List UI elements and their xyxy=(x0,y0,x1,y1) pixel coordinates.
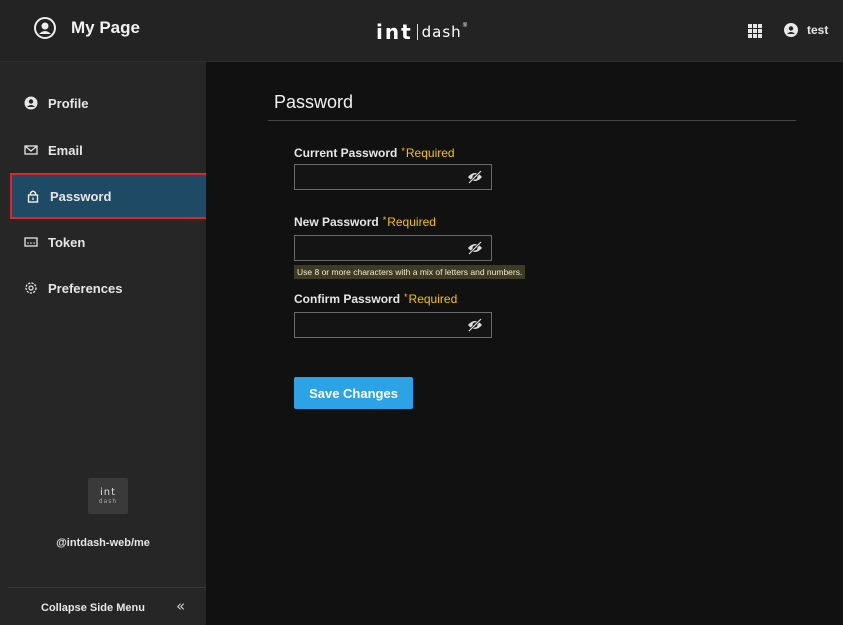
required-marker: *Required xyxy=(401,146,454,160)
user-menu[interactable]: test xyxy=(784,23,828,37)
confirm-password-input[interactable] xyxy=(295,313,465,337)
required-star: * xyxy=(401,146,405,156)
user-avatar-icon xyxy=(784,23,798,37)
sidebar-item-label: Email xyxy=(48,142,83,158)
required-text: Required xyxy=(408,292,458,306)
password-hint: Use 8 or more characters with a mix of l… xyxy=(294,265,526,279)
sidebar-divider xyxy=(8,587,206,588)
sidebar-item-label: Token xyxy=(48,234,86,250)
collapse-label: Collapse Side Menu xyxy=(41,601,145,614)
main-content: Password Current Password *Required New P… xyxy=(206,62,843,625)
gear-icon xyxy=(25,282,37,294)
org-logo-bottom: dash xyxy=(98,498,118,505)
org-logo-top: int xyxy=(99,487,117,498)
new-password-label: New Password *Required xyxy=(294,215,436,229)
eye-slash-icon[interactable] xyxy=(467,241,483,255)
new-password-field[interactable] xyxy=(294,235,492,261)
field-label-text: Confirm Password xyxy=(294,292,401,306)
header-left: My Page xyxy=(34,17,140,39)
grid-icon[interactable] xyxy=(748,24,762,38)
sidebar-item-profile[interactable]: Profile xyxy=(0,80,206,126)
sidebar-item-label: Profile xyxy=(48,95,89,111)
double-chevron-left-icon[interactable]: « xyxy=(176,597,185,615)
top-header: My Page int dash ® test xyxy=(0,0,843,62)
sidebar-item-email[interactable]: Email xyxy=(0,127,206,173)
user-circle-icon xyxy=(34,17,56,39)
confirm-password-label: Confirm Password *Required xyxy=(294,292,457,306)
user-name: test xyxy=(807,23,829,37)
field-label-text: New Password xyxy=(294,215,379,229)
current-password-label: Current Password *Required xyxy=(294,146,455,160)
page-title: Password xyxy=(274,92,354,112)
sidebar-item-preferences[interactable]: Preferences xyxy=(0,265,206,311)
eye-slash-icon[interactable] xyxy=(467,170,483,184)
required-text: Required xyxy=(387,215,436,229)
field-label-text: Current Password xyxy=(294,146,398,160)
brand-dash-text: dash xyxy=(421,23,462,41)
sidebar-item-label: Password xyxy=(50,188,112,204)
required-marker: *Required xyxy=(404,292,457,306)
save-changes-button[interactable]: Save Changes xyxy=(294,377,413,409)
brand-int-text: int xyxy=(376,20,413,44)
org-logo: int dash xyxy=(88,478,128,514)
user-circle-icon xyxy=(24,96,38,110)
app-title: My Page xyxy=(71,18,140,37)
required-star: * xyxy=(404,292,408,302)
required-text: Required xyxy=(405,146,455,160)
new-password-input[interactable] xyxy=(295,236,465,260)
title-divider xyxy=(268,120,796,121)
lock-icon xyxy=(27,190,39,203)
collapse-side-menu-button[interactable]: Collapse Side Menu « xyxy=(0,590,206,625)
current-password-input[interactable] xyxy=(295,165,465,189)
eye-slash-icon[interactable] xyxy=(467,318,483,332)
current-password-field[interactable] xyxy=(294,164,492,190)
sidebar: Profile Email Password Token Preferences xyxy=(0,62,209,625)
required-star: * xyxy=(382,215,387,225)
envelope-icon xyxy=(24,145,38,155)
required-marker: *Required xyxy=(383,215,436,229)
confirm-password-field[interactable] xyxy=(294,312,492,338)
sidebar-item-token[interactable]: Token xyxy=(0,219,206,265)
brand-separator xyxy=(416,24,418,40)
brand-logo: int dash ® xyxy=(376,20,468,44)
token-icon xyxy=(24,237,38,247)
sidebar-item-label: Preferences xyxy=(48,280,123,296)
sidebar-item-password[interactable]: Password xyxy=(10,173,209,219)
brand-registered-mark: ® xyxy=(462,23,468,29)
org-name: @intdash-web/me xyxy=(56,537,150,549)
